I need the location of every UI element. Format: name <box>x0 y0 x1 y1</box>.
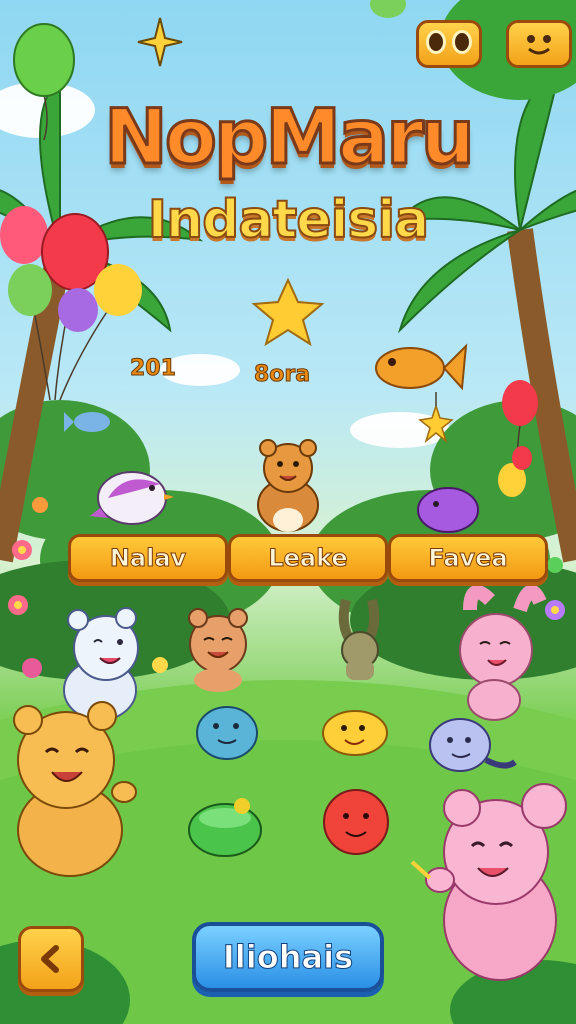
game-title: NopMaru <box>103 91 477 183</box>
smiley-face-icon <box>527 35 551 55</box>
profile-button[interactable] <box>506 20 572 68</box>
play-button[interactable]: Iliohais <box>192 922 384 992</box>
goggles-button[interactable] <box>416 20 482 68</box>
goggles-eyes-icon <box>423 30 475 58</box>
score-left: 201 <box>130 356 177 382</box>
chevron-left-icon <box>41 945 59 973</box>
game-screen: NopMaru Indateisia 201 8ora Nalav Leake … <box>0 0 576 1024</box>
back-button[interactable] <box>18 926 84 992</box>
game-subtitle: Indateisia <box>147 189 431 251</box>
level-button-1[interactable]: Nalav <box>68 534 228 582</box>
level-button-2[interactable]: Leake <box>228 534 388 582</box>
score-middle: 8ora <box>253 362 311 388</box>
level-button-3[interactable]: Favea <box>388 534 548 582</box>
